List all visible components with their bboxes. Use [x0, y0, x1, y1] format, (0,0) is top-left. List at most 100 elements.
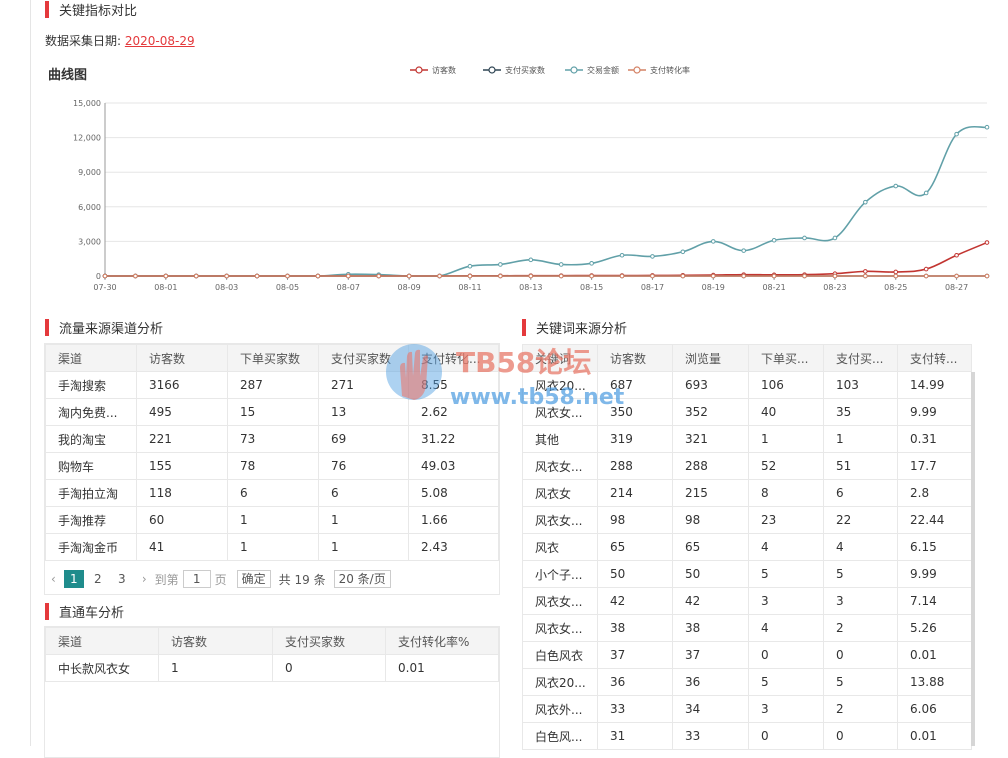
goto-page-input[interactable]: 1 [182, 570, 211, 588]
table-cell: 41 [136, 533, 228, 561]
table-row[interactable]: 中长款风衣女 1 0 0.01 [45, 654, 499, 682]
data-point [467, 263, 473, 269]
table-row[interactable]: 风衣 65 65 4 4 6.15 [522, 533, 972, 561]
table-cell: 购物车 [45, 452, 137, 480]
data-point [832, 273, 838, 279]
y-tick-label: 12,000 [73, 134, 101, 143]
keyword-table-scrollbar[interactable] [971, 372, 975, 746]
column-header[interactable]: 访客数 [158, 627, 273, 655]
column-header[interactable]: 访客数 [136, 344, 228, 372]
date-link[interactable]: 2020-08-29 [125, 34, 195, 48]
table-cell: 78 [227, 452, 319, 480]
legend-marker [415, 66, 423, 74]
table-cell: 37 [597, 641, 673, 669]
section-title-text: 关键指标对比 [59, 4, 138, 19]
table-cell: 0.31 [897, 425, 972, 453]
column-header[interactable]: 浏览量 [672, 344, 749, 372]
table-cell: 6.15 [897, 533, 972, 561]
table-row[interactable]: 购物车 155 78 76 49.03 [45, 452, 499, 480]
table-row[interactable]: 风衣女 214 215 8 6 2.8 [522, 479, 972, 507]
table-cell: 淘内免费... [45, 398, 137, 426]
column-header[interactable]: 支付转... [897, 344, 972, 372]
table-cell: 1 [318, 533, 409, 561]
confirm-button[interactable]: 确定 [236, 570, 271, 588]
data-point [893, 183, 899, 189]
table-row[interactable]: 我的淘宝 221 73 69 31.22 [45, 425, 499, 453]
series-line [105, 125, 988, 277]
table-row[interactable]: 风衣外... 33 34 3 2 6.06 [522, 695, 972, 723]
section-marker [45, 319, 49, 336]
table-row[interactable]: 风衣女... 38 38 4 2 5.26 [522, 614, 972, 642]
table-cell: 手淘拍立淘 [45, 479, 137, 507]
data-point [863, 273, 868, 279]
table-cell: 288 [597, 452, 673, 480]
legend-label: 支付买家数 [505, 65, 545, 75]
x-tick-label: 08-25 [884, 283, 907, 292]
table-cell: 0 [748, 641, 824, 669]
data-point [376, 273, 382, 279]
table-cell: 13.88 [897, 668, 972, 696]
table-cell: 60 [136, 506, 228, 534]
table-cell: 风衣女... [522, 506, 598, 534]
column-header[interactable]: 支付买家数 [272, 627, 386, 655]
line-chart: 0 3,000 6,000 9,000 12,000 15,000 07-30 08-01 08… [73, 65, 990, 292]
table-row[interactable]: 风衣女... 42 42 3 3 7.14 [522, 587, 972, 615]
data-point [254, 273, 260, 279]
column-header[interactable]: 支付买... [823, 344, 898, 372]
data-point [558, 273, 564, 279]
table-row[interactable]: 风衣20... 36 36 5 5 13.88 [522, 668, 972, 696]
watermark-title: TB58论坛 [456, 346, 591, 379]
table-cell: 5.08 [408, 479, 499, 507]
table-cell: 1.66 [408, 506, 499, 534]
table-cell: 4 [748, 533, 824, 561]
table-row[interactable]: 风衣女... 288 288 52 51 17.7 [522, 452, 972, 480]
table-cell: 214 [597, 479, 673, 507]
column-header[interactable]: 渠道 [45, 344, 137, 372]
table-cell: 6 [823, 479, 898, 507]
date-row: 数据采集日期: 2020-08-29 [45, 32, 195, 49]
next-page-icon[interactable]: › [142, 572, 147, 586]
data-point [680, 273, 686, 279]
page-3-button[interactable]: 3 [112, 570, 132, 588]
table-row[interactable]: 其他 319 321 1 1 0.31 [522, 425, 972, 453]
table-cell: 小个子... [522, 560, 598, 588]
prev-page-icon[interactable]: ‹ [51, 572, 56, 586]
table-cell: 155 [136, 452, 228, 480]
data-point [741, 273, 746, 279]
table-row[interactable]: 手淘拍立淘 118 6 6 5.08 [45, 479, 499, 507]
table-cell: 5 [748, 668, 824, 696]
table-cell: 6.06 [897, 695, 972, 723]
data-point [102, 273, 108, 279]
table-cell: 2 [823, 614, 898, 642]
table-cell: 14.99 [897, 371, 972, 399]
table-row[interactable]: 手淘推荐 60 1 1 1.66 [45, 506, 499, 534]
table-cell: 4 [823, 533, 898, 561]
table-cell: 0 [823, 722, 898, 750]
section-title-text: 关键词来源分析 [536, 322, 628, 337]
page-size-select[interactable]: 20 条/页 [333, 570, 391, 588]
table-cell: 1 [748, 425, 824, 453]
table-cell: 118 [136, 479, 228, 507]
table-cell: 42 [597, 587, 673, 615]
data-point [954, 252, 959, 258]
table-cell: 287 [227, 371, 319, 399]
column-header[interactable]: 下单买家数 [227, 344, 319, 372]
page-2-button[interactable]: 2 [88, 570, 108, 588]
table-cell: 0.01 [897, 722, 972, 750]
table-cell: 风衣外... [522, 695, 598, 723]
column-header[interactable]: 支付转化率% [385, 627, 499, 655]
data-point [285, 273, 290, 279]
table-row[interactable]: 白色风衣 37 37 0 0 0.01 [522, 641, 972, 669]
page-1-button[interactable]: 1 [63, 570, 84, 588]
table-row[interactable]: 风衣女... 98 98 23 22 22.44 [522, 506, 972, 534]
total-count: 共 19 条 [278, 572, 326, 587]
table-cell: 34 [672, 695, 749, 723]
table-row[interactable]: 手淘淘金币 41 1 1 2.43 [45, 533, 499, 561]
table-cell: 15 [227, 398, 319, 426]
data-point [437, 273, 442, 279]
table-row[interactable]: 白色风... 31 33 0 0 0.01 [522, 722, 972, 750]
table-row[interactable]: 小个子... 50 50 5 5 9.99 [522, 560, 972, 588]
data-point [650, 254, 655, 259]
column-header[interactable]: 渠道 [45, 627, 159, 655]
column-header[interactable]: 下单买... [748, 344, 824, 372]
